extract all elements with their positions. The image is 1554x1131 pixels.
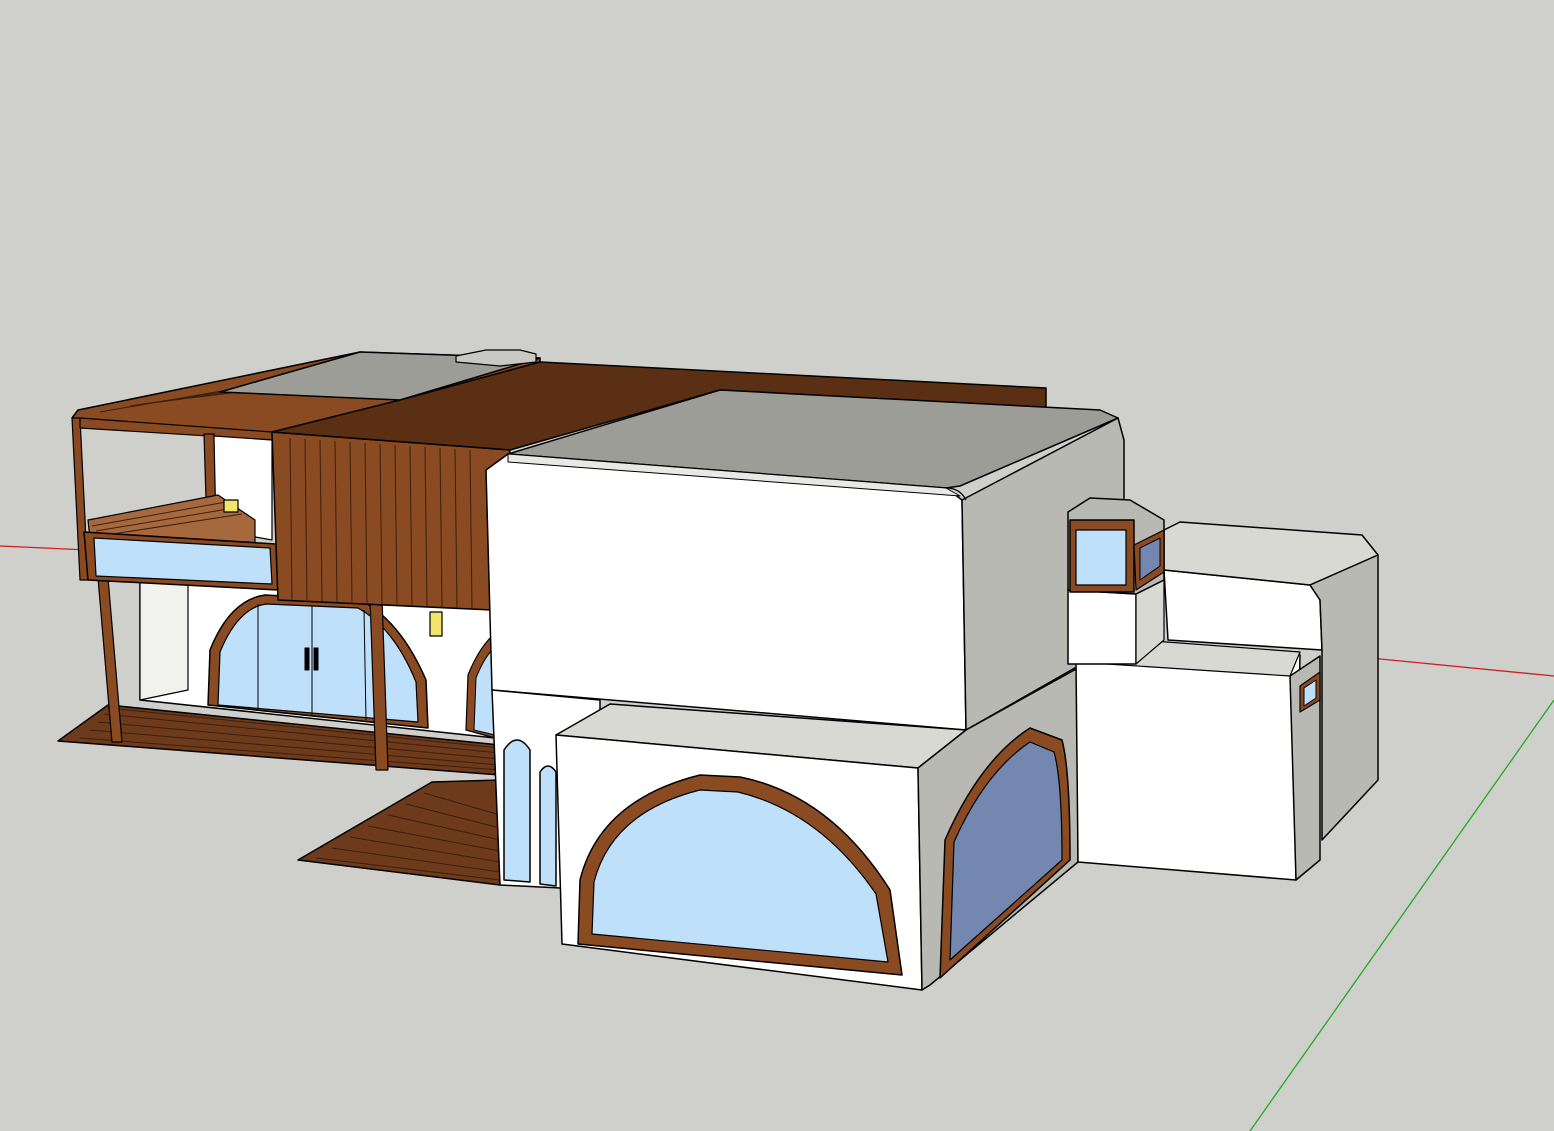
narrow-arched-window[interactable] [539, 765, 557, 887]
wood-clad-wall [271, 431, 511, 611]
balcony-lamp-icon [223, 499, 239, 513]
window-box-wall [1067, 589, 1137, 665]
window-box-glass[interactable] [1075, 529, 1127, 586]
left-side-wall [139, 577, 189, 701]
sketchup-viewport[interactable] [0, 0, 1554, 1131]
annex-wall [1075, 639, 1301, 881]
door-handle[interactable] [304, 647, 310, 671]
model-canvas[interactable] [0, 0, 1554, 1131]
door-handle[interactable] [313, 647, 319, 671]
main-front-wall [485, 453, 967, 731]
wall-lamp-icon [429, 611, 443, 637]
narrow-arched-window[interactable] [503, 739, 531, 883]
